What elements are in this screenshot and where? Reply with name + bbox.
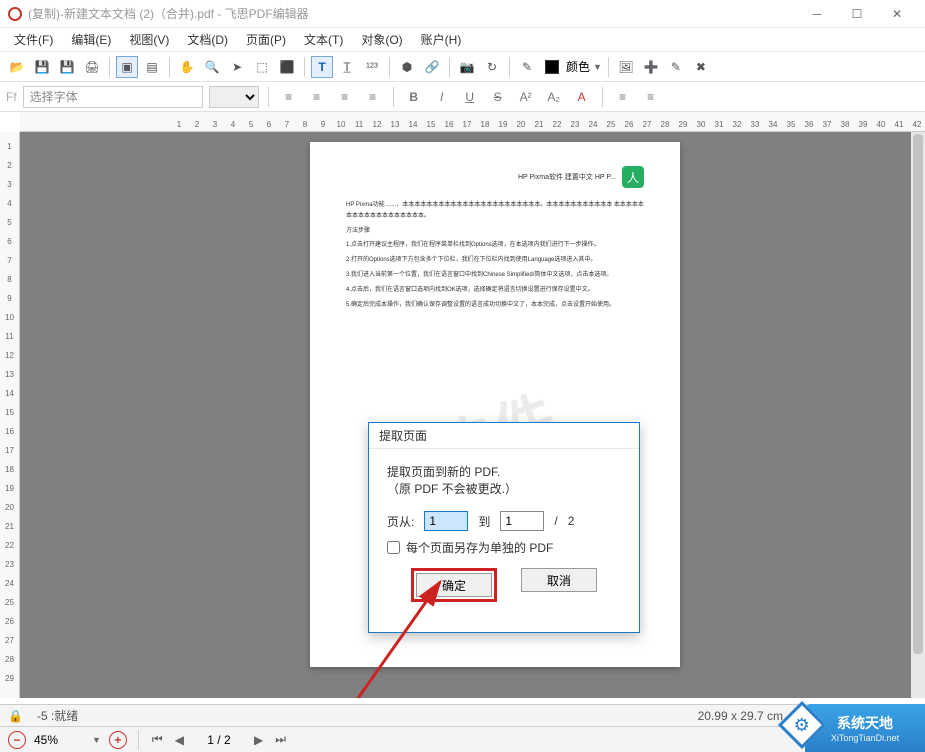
toolbar-format: Ff 选择字体 ≡ ≡ ≡ ≡ B I U S A² A₂ A ≡ ≡ <box>0 82 925 112</box>
titlebar: (复制)-新建文本文档 (2)（合并).pdf - 飞思PDF编辑器 ─ ☐ ✕ <box>0 0 925 28</box>
toolbar-main: 📂 💾 💾 🖨 ▣ ▤ ✋ 🔍 ➤ ⬚ ⬛ T T̲ ¹²³ ⬢ 🔗 📷 ↻ ✎… <box>0 52 925 82</box>
img-add-icon[interactable]: 🖼 <box>615 56 637 78</box>
to-page-input[interactable] <box>500 511 544 531</box>
page-header-text: HP Pixma软件 建置中文 HP P... <box>518 172 616 182</box>
zoom-out-button[interactable]: − <box>8 731 26 749</box>
first-page-button[interactable]: ⏮ <box>150 732 165 747</box>
color-swatch[interactable] <box>541 56 563 78</box>
italic-icon[interactable]: I <box>431 86 453 108</box>
img-plus-icon[interactable]: ➕ <box>640 56 662 78</box>
status-text: -5 :就绪 <box>37 707 78 724</box>
save-as-icon[interactable]: 💾 <box>56 56 78 78</box>
menubar: 文件(F) 编辑(E) 视图(V) 文档(D) 页面(P) 文本(T) 对象(O… <box>0 28 925 52</box>
stamp-icon[interactable]: ⬢ <box>396 56 418 78</box>
ruler-vertical: 1234567891011121314151617181920212223242… <box>0 132 20 698</box>
pdf-logo-icon: 人 <box>622 166 644 188</box>
page-dimensions: 20.99 x 29.7 cm <box>698 709 783 723</box>
superscript-icon[interactable]: A² <box>515 86 537 108</box>
prev-page-button[interactable]: ◀ <box>173 733 186 747</box>
separate-pdf-checkbox[interactable] <box>387 541 400 554</box>
maximize-button[interactable]: ☐ <box>837 0 877 28</box>
menu-document[interactable]: 文档(D) <box>181 29 234 50</box>
to-label: 到 <box>478 513 490 530</box>
indent-icon[interactable]: ≡ <box>640 86 662 108</box>
print-icon[interactable]: 🖨 <box>81 56 103 78</box>
menu-page[interactable]: 页面(P) <box>240 29 292 50</box>
ok-highlight: 确定 <box>411 568 497 602</box>
menu-account[interactable]: 账户(H) <box>415 29 468 50</box>
page-sep: / <box>554 514 557 528</box>
from-label: 页从: <box>387 513 414 530</box>
color-label: 颜色 <box>566 58 590 75</box>
zoom-icon[interactable]: 🔍 <box>201 56 223 78</box>
strike-icon[interactable]: S <box>487 86 509 108</box>
redo-icon[interactable]: ↻ <box>481 56 503 78</box>
align-justify-icon[interactable]: ≡ <box>362 86 384 108</box>
align-right-icon[interactable]: ≡ <box>334 86 356 108</box>
img-del-icon[interactable]: ✖ <box>690 56 712 78</box>
save-icon[interactable]: 💾 <box>31 56 53 78</box>
img-edit-icon[interactable]: ✎ <box>665 56 687 78</box>
extract-pages-dialog: 提取页面 提取页面到新的 PDF. （原 PDF 不会被更改.） 页从: 到 /… <box>368 422 640 633</box>
menu-edit[interactable]: 编辑(E) <box>65 29 117 50</box>
next-page-button[interactable]: ▶ <box>252 733 265 747</box>
text-edit-icon[interactable]: T̲ <box>336 56 358 78</box>
menu-file[interactable]: 文件(F) <box>8 29 59 50</box>
zoom-value[interactable]: 45% <box>34 733 84 747</box>
snapshot-icon[interactable]: 📷 <box>456 56 478 78</box>
text-num-icon[interactable]: ¹²³ <box>361 56 383 78</box>
align-left-icon[interactable]: ≡ <box>278 86 300 108</box>
page-tool-icon[interactable]: ▣ <box>116 56 138 78</box>
dialog-heading2: （原 PDF 不会被更改.） <box>387 480 621 497</box>
color-dropdown-icon[interactable]: ▼ <box>593 62 602 72</box>
checkbox-label: 每个页面另存为单独的 PDF <box>406 539 553 556</box>
cancel-button[interactable]: 取消 <box>521 568 597 592</box>
subscript-icon[interactable]: A₂ <box>543 86 565 108</box>
arrow-icon[interactable]: ➤ <box>226 56 248 78</box>
align-center-icon[interactable]: ≡ <box>306 86 328 108</box>
lock-icon: 🔒 <box>8 709 23 723</box>
text-tool-icon[interactable]: T <box>311 56 333 78</box>
minimize-button[interactable]: ─ <box>797 0 837 28</box>
page-body-text: HP Pixma功能 ......，本本本本本本本本本本本本本本本本本本本本本本… <box>346 200 644 310</box>
font-prefix-icon: Ff <box>6 90 17 104</box>
close-button[interactable]: ✕ <box>877 0 917 28</box>
link-icon[interactable]: 🔗 <box>421 56 443 78</box>
menu-text[interactable]: 文本(T) <box>298 29 349 50</box>
hand-icon[interactable]: ✋ <box>176 56 198 78</box>
font-select[interactable]: 选择字体 <box>23 86 203 108</box>
dialog-heading1: 提取页面到新的 PDF. <box>387 463 621 480</box>
canvas-area[interactable]: HP Pixma软件 建置中文 HP P... 人 HP Pixma功能 ...… <box>20 132 925 698</box>
underline-icon[interactable]: U <box>459 86 481 108</box>
crop-icon[interactable]: ⬚ <box>251 56 273 78</box>
vertical-scrollbar[interactable] <box>911 132 925 698</box>
app-icon <box>8 7 22 21</box>
window-title: (复制)-新建文本文档 (2)（合并).pdf - 飞思PDF编辑器 <box>28 5 797 22</box>
ok-button[interactable]: 确定 <box>416 573 492 597</box>
open-icon[interactable]: 📂 <box>6 56 28 78</box>
menu-object[interactable]: 对象(O) <box>355 29 408 50</box>
line-spacing-icon[interactable]: ≡ <box>612 86 634 108</box>
font-size-select[interactable] <box>209 86 259 108</box>
bold-icon[interactable]: B <box>403 86 425 108</box>
from-page-input[interactable] <box>424 511 468 531</box>
zoom-dropdown-icon[interactable]: ▼ <box>92 735 101 745</box>
select-icon[interactable]: ⬛ <box>276 56 298 78</box>
brand-watermark: ⚙ 系统天地 XiTongTianDi.net <box>805 704 925 752</box>
dialog-title: 提取页面 <box>369 423 639 449</box>
ruler-horizontal: 1234567891011121314151617181920212223242… <box>20 112 925 132</box>
page-tool2-icon[interactable]: ▤ <box>141 56 163 78</box>
text-color-icon[interactable]: A <box>571 86 593 108</box>
page-indicator[interactable]: 1 / 2 <box>194 733 244 747</box>
last-page-button[interactable]: ⏭ <box>273 732 288 747</box>
zoom-in-button[interactable]: + <box>109 731 127 749</box>
menu-view[interactable]: 视图(V) <box>123 29 175 50</box>
pen-icon[interactable]: ✎ <box>516 56 538 78</box>
page-total: 2 <box>568 514 575 528</box>
